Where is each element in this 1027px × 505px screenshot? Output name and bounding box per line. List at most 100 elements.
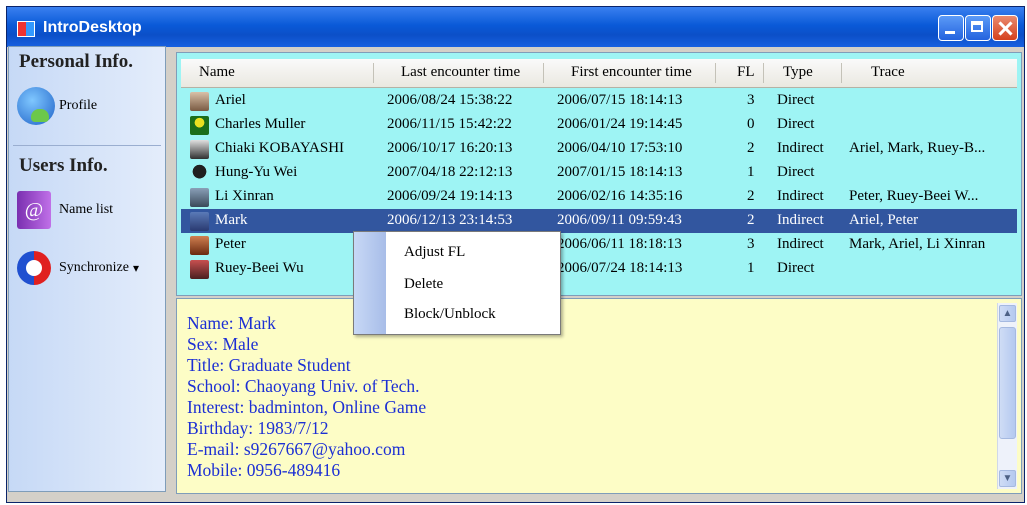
table-row[interactable]: Ruey-Beei Wu 2006/07/24 18:14:13 1 Direc… (181, 257, 1017, 281)
cell-type: Indirect (777, 140, 824, 156)
cell-name: Hung-Yu Wei (215, 164, 298, 180)
table-row[interactable]: Li Xinran 2006/09/24 19:14:13 2006/02/16… (181, 185, 1017, 209)
detail-panel[interactable]: Name: Mark Sex: Male Title: Graduate Stu… (176, 298, 1022, 494)
personal-info-header: Personal Info. (19, 51, 133, 72)
detail-line-mobile: Mobile: 0956-489416 (187, 460, 341, 480)
scroll-down-icon[interactable]: ▼ (999, 470, 1016, 487)
title-bar[interactable]: IntroDesktop (7, 7, 1024, 47)
profile-label: Profile (59, 98, 98, 113)
cell-last-encounter: 2007/04/18 22:12:13 (387, 164, 513, 180)
table-row[interactable]: Chiaki KOBAYASHI 2006/10/17 16:20:13 200… (181, 137, 1017, 161)
context-menu: Adjust FL Delete Block/Unblock (353, 231, 561, 335)
cell-trace: Mark, Ariel, Li Xinran (849, 236, 986, 252)
table-row[interactable]: Peter 2006/06/11 18:18:13 3 Indirect Mar… (181, 233, 1017, 257)
avatar (190, 116, 209, 135)
cell-type: Direct (777, 116, 815, 132)
avatar (190, 140, 209, 159)
cell-first-encounter: 2006/02/16 14:35:16 (557, 188, 683, 204)
cell-type: Indirect (777, 236, 824, 252)
column-divider[interactable] (763, 63, 764, 83)
table-row-selected[interactable]: Mark 2006/12/13 23:14:53 2006/09/11 09:5… (181, 209, 1017, 233)
sidebar-item-profile[interactable]: Profile (17, 87, 97, 125)
detail-line-sex: Sex: Male (187, 334, 259, 354)
dropdown-arrow-icon[interactable]: ▾ (133, 261, 139, 276)
cell-fl: 0 (747, 116, 755, 132)
users-info-header: Users Info. (19, 155, 108, 176)
cell-type: Direct (777, 164, 815, 180)
cell-name: Mark (215, 212, 248, 228)
menu-item-delete[interactable]: Delete (404, 276, 443, 293)
cell-fl: 1 (747, 260, 755, 276)
column-header-name[interactable]: Name (199, 64, 235, 81)
cell-first-encounter: 2006/07/15 18:14:13 (557, 92, 683, 108)
cell-name: Ruey-Beei Wu (215, 260, 304, 276)
detail-line-interest: Interest: badminton, Online Game (187, 397, 427, 417)
cell-first-encounter: 2006/04/10 17:53:10 (557, 140, 683, 156)
cell-first-encounter: 2007/01/15 18:14:13 (557, 164, 683, 180)
cell-name: Peter (215, 236, 246, 252)
cell-first-encounter: 2006/06/11 18:18:13 (557, 236, 682, 252)
cell-type: Indirect (777, 188, 824, 204)
table-row[interactable]: Charles Muller 2006/11/15 15:42:22 2006/… (181, 113, 1017, 137)
menu-item-adjust-fl[interactable]: Adjust FL (404, 244, 465, 261)
column-divider[interactable] (715, 63, 716, 83)
cell-last-encounter: 2006/08/24 15:38:22 (387, 92, 513, 108)
app-icon (17, 21, 35, 37)
cell-last-encounter: 2006/11/15 15:42:22 (387, 116, 512, 132)
table-row[interactable]: Hung-Yu Wei 2007/04/18 22:12:13 2007/01/… (181, 161, 1017, 185)
cell-type: Direct (777, 260, 815, 276)
close-button[interactable] (992, 15, 1018, 41)
maximize-button[interactable] (965, 15, 991, 41)
cell-first-encounter: 2006/01/24 19:14:45 (557, 116, 683, 132)
detail-line-school: School: Chaoyang Univ. of Tech. (187, 376, 420, 396)
cell-name: Li Xinran (215, 188, 274, 204)
synchronize-label: Synchronize (59, 260, 129, 275)
avatar (190, 260, 209, 279)
cell-last-encounter: 2006/12/13 23:14:53 (387, 212, 513, 228)
sidebar-item-synchronize[interactable]: Synchronize ▾ (17, 251, 139, 285)
column-header-fl[interactable]: FL (737, 64, 755, 81)
column-header-trace[interactable]: Trace (871, 64, 905, 81)
cell-last-encounter: 2006/10/17 16:20:13 (387, 140, 513, 156)
vertical-scrollbar[interactable]: ▲ ▼ (997, 303, 1017, 489)
address-book-icon: @ (17, 191, 51, 229)
table-header: Name Last encounter time First encounter… (181, 59, 1017, 88)
detail-text: Name: Mark Sex: Male Title: Graduate Stu… (187, 313, 426, 481)
cell-name: Ariel (215, 92, 246, 108)
sidebar-item-name-list[interactable]: @ Name list (17, 191, 113, 229)
cell-fl: 3 (747, 92, 755, 108)
cell-fl: 2 (747, 140, 755, 156)
column-divider[interactable] (543, 63, 544, 83)
synchronize-icon (17, 251, 51, 285)
context-menu-strip (354, 232, 386, 334)
cell-fl: 1 (747, 164, 755, 180)
scroll-thumb[interactable] (999, 327, 1016, 439)
avatar (190, 236, 209, 255)
detail-line-birthday: Birthday: 1983/7/12 (187, 418, 329, 438)
menu-item-block-unblock[interactable]: Block/Unblock (404, 306, 496, 323)
avatar (190, 188, 209, 207)
minimize-button[interactable] (938, 15, 964, 41)
table-row[interactable]: Ariel 2006/08/24 15:38:22 2006/07/15 18:… (181, 89, 1017, 113)
cell-type: Indirect (777, 212, 824, 228)
cell-fl: 2 (747, 188, 755, 204)
scroll-up-icon[interactable]: ▲ (999, 305, 1016, 322)
column-header-last-encounter[interactable]: Last encounter time (401, 64, 520, 81)
column-header-type[interactable]: Type (783, 64, 813, 81)
detail-line-email: E-mail: s9267667@yahoo.com (187, 439, 406, 459)
cell-trace: Peter, Ruey-Beei W... (849, 188, 979, 204)
cell-trace: Ariel, Mark, Ruey-B... (849, 140, 986, 156)
cell-name: Charles Muller (215, 116, 306, 132)
column-header-first-encounter[interactable]: First encounter time (571, 64, 692, 81)
cell-first-encounter: 2006/09/11 09:59:43 (557, 212, 682, 228)
column-divider[interactable] (841, 63, 842, 83)
cell-type: Direct (777, 92, 815, 108)
cell-last-encounter: 2006/09/24 19:14:13 (387, 188, 513, 204)
window-title: IntroDesktop (43, 19, 142, 36)
cell-name: Chiaki KOBAYASHI (215, 140, 345, 156)
cell-first-encounter: 2006/07/24 18:14:13 (557, 260, 683, 276)
avatar (190, 212, 209, 231)
column-divider[interactable] (373, 63, 374, 83)
cell-trace: Ariel, Peter (849, 212, 919, 228)
contacts-table[interactable]: Name Last encounter time First encounter… (176, 52, 1022, 296)
